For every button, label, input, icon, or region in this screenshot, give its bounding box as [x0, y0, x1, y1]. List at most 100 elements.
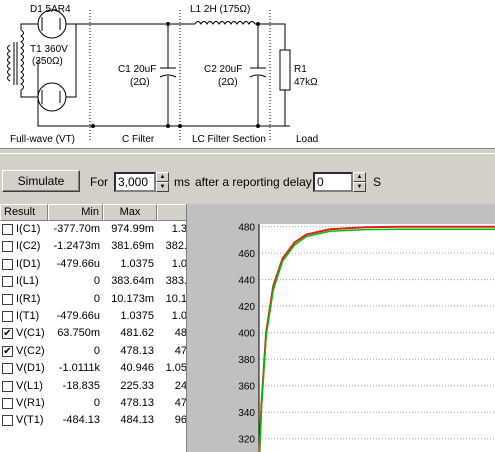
spin-up-icon[interactable]: ▲ — [353, 172, 366, 182]
y-tick-label: 440 — [238, 276, 255, 287]
row-checkbox[interactable] — [2, 224, 13, 235]
c1-resistance: (2Ω) — [130, 77, 150, 88]
table-row[interactable]: I(L1) 0 383.64m 383. — [0, 273, 187, 290]
row-result-name: V(R1) — [16, 397, 45, 409]
row-extra-value: 1.05 — [165, 362, 187, 375]
row-min-value: 0 — [93, 275, 100, 288]
circuit-diagram: D1 5AR4 T1 360V (350Ω) L1 2H (175Ω) C1 2… — [7, 4, 318, 145]
column-header-extra[interactable] — [157, 204, 186, 221]
row-extra-value: 47 — [174, 397, 187, 409]
row-result-name: I(L1) — [16, 275, 39, 288]
waveform-chart: 480 460 440 420 400 380 360 340 320 — [187, 204, 495, 452]
row-max-value: 478.13 — [120, 397, 154, 409]
row-result-name: I(R1) — [16, 292, 41, 305]
row-extra-value: 10.1 — [165, 292, 187, 305]
column-header-max[interactable]: Max — [103, 204, 157, 221]
results-table: Result Min Max I(C1) -377.70m 974.99m 1.3 I(… — [0, 204, 187, 452]
schematic-panel: D1 5AR4 T1 360V (350Ω) L1 2H (175Ω) C1 2… — [0, 0, 495, 148]
row-checkbox[interactable] — [2, 311, 13, 322]
row-min-value: 0 — [93, 344, 100, 357]
section-fullwave-label: Full-wave (VT) — [10, 134, 75, 145]
row-checkbox[interactable] — [2, 241, 13, 253]
row-max-value: 381.69m — [111, 240, 154, 253]
row-max-value: 40.946 — [120, 362, 154, 375]
table-row[interactable]: V(D1) -1.0111k 40.946 1.05 — [0, 360, 187, 377]
row-max-value: 225.33 — [120, 379, 154, 392]
row-checkbox[interactable] — [2, 415, 13, 427]
simulation-toolbar: Simulate For 3,000 ▲ ▼ ms after a reporti… — [0, 154, 495, 204]
t1-resistance: (350Ω) — [32, 56, 63, 67]
section-load-label: Load — [296, 134, 318, 145]
row-extra-value: 1.0 — [171, 257, 187, 270]
row-result-name: I(T1) — [16, 310, 40, 322]
inductor-l1 — [194, 21, 256, 25]
column-header-min[interactable]: Min — [48, 204, 103, 221]
for-label: For — [90, 175, 108, 189]
row-checkbox[interactable]: ✔ — [2, 328, 13, 340]
row-extra-value: 24 — [174, 379, 187, 392]
row-checkbox[interactable] — [2, 363, 13, 375]
duration-spinner[interactable]: ▲ ▼ — [156, 172, 169, 192]
row-result-name: V(D1) — [16, 362, 45, 375]
transformer-secondary — [20, 29, 24, 91]
row-extra-value: 47 — [174, 344, 187, 357]
table-row[interactable]: ✔ V(C2) 0 478.13 47 — [0, 343, 187, 360]
row-result-name: V(C2) — [16, 344, 45, 357]
row-extra-value: 1.3 — [171, 223, 187, 235]
delay-spinner[interactable]: ▲ ▼ — [353, 172, 366, 192]
row-min-value: 0 — [93, 292, 100, 305]
table-row[interactable]: V(T1) -484.13 484.13 96 — [0, 412, 187, 429]
row-min-value: -377.70m — [53, 223, 100, 235]
row-max-value: 10.173m — [111, 292, 154, 305]
duration-input[interactable]: 3,000 — [114, 172, 156, 192]
table-row[interactable]: V(R1) 0 478.13 47 — [0, 395, 187, 412]
table-row[interactable]: I(C2) -1.2473m 381.69m 382. — [0, 238, 187, 255]
column-header-result[interactable]: Result — [0, 204, 48, 221]
table-row[interactable]: ✔ V(C1) 63.750m 481.62 48 — [0, 325, 187, 342]
table-row[interactable]: I(R1) 0 10.173m 10.1 — [0, 291, 187, 308]
simulate-button[interactable]: Simulate — [2, 170, 80, 192]
r1-value: 47kΩ — [294, 77, 318, 88]
row-min-value: -18.835 — [62, 379, 100, 392]
row-min-value: 0 — [93, 397, 100, 409]
spin-down-icon[interactable]: ▼ — [156, 182, 169, 192]
y-tick-label: 420 — [238, 302, 255, 313]
waveform-plot: 480 460 440 420 400 380 360 340 320 — [238, 223, 495, 452]
c1-label: C1 20uF — [118, 64, 156, 75]
l1-label: L1 2H (175Ω) — [190, 4, 250, 15]
spin-down-icon[interactable]: ▼ — [353, 182, 366, 192]
c2-label: C2 20uF — [204, 64, 242, 75]
row-checkbox[interactable] — [2, 380, 13, 392]
table-row[interactable]: V(L1) -18.835 225.33 24 — [0, 378, 187, 395]
row-result-name: V(L1) — [16, 379, 43, 392]
table-row[interactable]: I(C1) -377.70m 974.99m 1.3 — [0, 221, 187, 238]
row-result-name: V(T1) — [16, 414, 44, 427]
delay-input[interactable]: 0 — [313, 172, 353, 192]
row-extra-value: 96 — [174, 414, 187, 427]
row-min-value: -1.0111k — [58, 362, 100, 375]
row-min-value: 63.750m — [57, 327, 100, 340]
d1-label: D1 5AR4 — [30, 4, 71, 15]
y-tick-label: 460 — [238, 249, 255, 260]
table-row[interactable]: I(D1) -479.66u 1.0375 1.0 — [0, 256, 187, 273]
row-extra-value: 48 — [174, 327, 187, 340]
row-result-name: I(C1) — [16, 223, 41, 235]
ms-label: ms — [174, 175, 190, 189]
t1-label: T1 360V — [30, 44, 68, 55]
y-tick-label: 480 — [238, 223, 255, 234]
row-max-value: 383.64m — [111, 275, 154, 288]
r1-label: R1 — [294, 64, 307, 75]
row-checkbox[interactable] — [2, 398, 13, 409]
row-max-value: 484.13 — [120, 414, 154, 427]
row-result-name: I(D1) — [16, 257, 41, 270]
row-checkbox[interactable]: ✔ — [2, 345, 13, 357]
row-checkbox[interactable] — [2, 276, 13, 288]
row-max-value: 974.99m — [111, 223, 154, 235]
row-extra-value: 382. — [165, 240, 187, 253]
spin-up-icon[interactable]: ▲ — [156, 172, 169, 182]
section-cfilter-label: C Filter — [122, 134, 155, 145]
row-extra-value: 383. — [165, 275, 187, 288]
row-checkbox[interactable] — [2, 258, 13, 270]
table-row[interactable]: I(T1) -479.66u 1.0375 1.0 — [0, 308, 186, 325]
row-checkbox[interactable] — [2, 293, 13, 305]
